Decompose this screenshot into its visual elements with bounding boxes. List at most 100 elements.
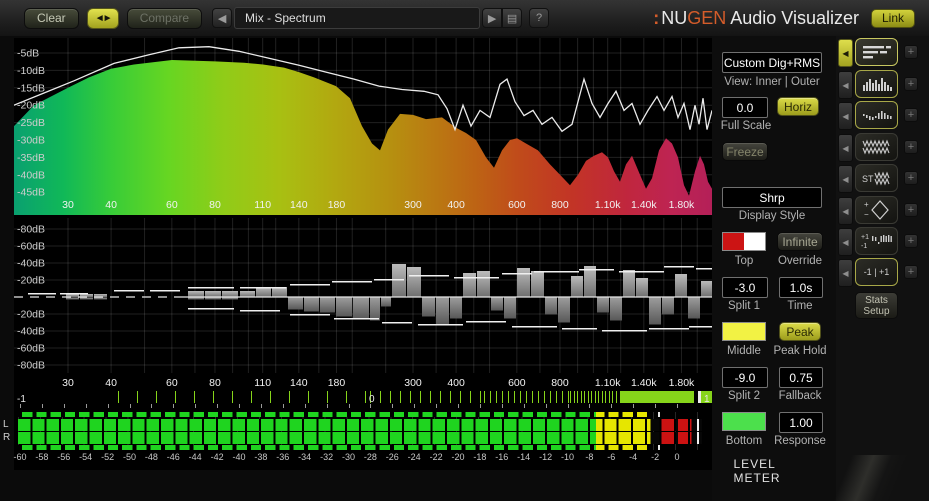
nugen-visualizer-window: Clear ◄► Compare ◀ Mix - Spectrum ▶ ▤ ? … <box>0 0 929 501</box>
add-view-button[interactable]: + <box>904 234 918 248</box>
bottom-label: Bottom <box>725 435 763 447</box>
freq-tick-label: 800 <box>551 377 569 389</box>
collapse-arrow-button[interactable]: ◀ <box>838 228 853 256</box>
mirror-bars-plot[interactable]: -20dB -40dB -60dB -80dB -80dB -60dB -40dB -20dB… <box>14 218 712 390</box>
collapse-arrow-button[interactable]: ◀ <box>838 71 853 99</box>
view-mode-label[interactable]: View: Inner | Outer <box>724 76 819 88</box>
preset-next-button[interactable]: ▶ <box>482 8 503 28</box>
add-view-button[interactable]: + <box>904 203 918 217</box>
correlation-line <box>550 391 552 403</box>
freeze-button[interactable]: Freeze <box>722 142 768 161</box>
bottom-color-swatch[interactable] <box>722 412 766 431</box>
collapse-arrow-button[interactable]: ◀ <box>838 165 853 193</box>
correlation-line <box>508 391 510 403</box>
freq-tick-label: 80 <box>209 377 221 389</box>
view-stereo-wave-button[interactable]: ST <box>855 164 898 192</box>
spectrum-analyzer-plot[interactable]: -5dB -10dB -15dB -20dB -25dB -30dB -35dB -40dB -… <box>14 38 712 215</box>
peak-hold-dash <box>602 330 647 332</box>
split1-value[interactable]: -3.0 <box>722 277 768 298</box>
ruler-tick <box>545 404 547 408</box>
mode-selector[interactable]: Custom Dig+RMS <box>722 52 822 73</box>
mirror-bar-down <box>504 297 516 319</box>
mirror-bar-down <box>66 297 79 300</box>
correlation-line <box>420 391 422 403</box>
correlation-line <box>605 391 607 403</box>
correlation-line <box>194 391 196 403</box>
middle-color-swatch[interactable] <box>722 322 766 341</box>
bar-spectrum-icon <box>862 78 892 91</box>
correlation-line <box>570 391 572 403</box>
top-color-swatch[interactable] <box>722 232 766 251</box>
fallback-value[interactable]: 0.75 <box>779 367 823 388</box>
response-value[interactable]: 1.00 <box>779 412 823 433</box>
full-scale-value[interactable]: 0.0 <box>722 97 768 118</box>
mirror-bar-up <box>675 274 687 297</box>
help-button[interactable]: ? <box>529 8 550 28</box>
horiz-button[interactable]: Horiz <box>777 97 819 116</box>
collapse-arrow-button[interactable]: ◀ <box>838 39 853 67</box>
collapse-arrow-button[interactable]: ◀ <box>838 102 853 130</box>
mirror-bar-down <box>662 297 674 315</box>
left-channel-label: L <box>3 419 9 430</box>
bezel-glare <box>749 455 929 501</box>
correlation-line <box>308 391 310 403</box>
chevron-left-icon: ◀ <box>842 80 849 90</box>
view-row-correlation-spectrum: ◀ +1 -1 + <box>836 227 929 257</box>
time-value[interactable]: 1.0s <box>779 277 823 298</box>
peak-hold-dash <box>290 284 330 286</box>
link-button[interactable]: Link <box>870 8 915 28</box>
correlation-line <box>601 391 603 403</box>
add-view-button[interactable]: + <box>904 77 918 91</box>
rms-meter-top <box>18 412 702 417</box>
db-scale-label: -16 <box>495 452 509 462</box>
add-view-button[interactable]: + <box>904 108 918 122</box>
mirror-bar-down <box>188 297 204 300</box>
view-spectrum-curve-button[interactable] <box>855 101 898 129</box>
response-label: Response <box>774 435 826 447</box>
view-waveform-button[interactable] <box>855 133 898 161</box>
view-spectrum-bars-button[interactable] <box>855 70 898 98</box>
level-lines-icon <box>862 46 891 59</box>
db-tick-label: -60dB <box>17 241 45 253</box>
peak-button[interactable]: Peak <box>779 322 821 341</box>
db-scale-label: -54 <box>79 452 93 462</box>
display-style-selector[interactable]: Shrp <box>722 187 822 208</box>
view-vectorscope-button[interactable]: + − <box>855 196 898 224</box>
correlation-line <box>430 391 432 403</box>
compare-button[interactable]: Compare <box>126 7 203 29</box>
view-correlation-meter-button[interactable]: -1 | +1 <box>855 258 898 286</box>
preset-selector[interactable]: Mix - Spectrum <box>234 7 481 29</box>
db-scale-label: -18 <box>473 452 487 462</box>
db-scale-label: -26 <box>385 452 399 462</box>
infinite-button[interactable]: Infinite <box>777 232 823 251</box>
collapse-arrow-button[interactable]: ◀ <box>838 259 853 287</box>
add-view-button[interactable]: + <box>904 140 918 154</box>
mirror-bar-down <box>450 297 462 319</box>
add-view-button[interactable]: + <box>904 265 918 279</box>
mirror-bar-up <box>222 291 238 297</box>
ruler-tick <box>173 404 175 408</box>
swap-arrows-button[interactable]: ◄► <box>86 7 119 29</box>
add-view-button[interactable]: + <box>904 45 918 59</box>
mirror-bar-down <box>491 297 503 311</box>
clear-button[interactable]: Clear <box>24 7 79 29</box>
db-scale-label: -20 <box>451 452 465 462</box>
correlation-line <box>608 391 610 403</box>
db-tick-label: -5dB <box>17 48 39 60</box>
mirror-bar-down <box>80 297 93 300</box>
collapse-arrow-button[interactable]: ◀ <box>838 197 853 225</box>
stats-setup-button[interactable]: Stats Setup <box>855 292 898 319</box>
add-view-button[interactable]: + <box>904 171 918 185</box>
view-row-correlation-meter: ◀ -1 | +1 + <box>836 258 929 288</box>
preset-menu-button[interactable]: ▤ <box>502 8 523 28</box>
db-tick-label: -80dB <box>17 224 45 236</box>
collapse-arrow-button[interactable]: ◀ <box>838 134 853 162</box>
correlation-line <box>562 391 564 403</box>
preset-prev-button[interactable]: ◀ <box>212 8 233 28</box>
mirror-bar-down <box>370 297 380 321</box>
mirror-bar-down <box>205 297 221 300</box>
peak-hold-dash <box>534 271 579 273</box>
view-levels-button[interactable] <box>855 38 898 66</box>
split2-value[interactable]: -9.0 <box>722 367 768 388</box>
view-correlation-spectrum-button[interactable]: +1 -1 <box>855 227 898 255</box>
